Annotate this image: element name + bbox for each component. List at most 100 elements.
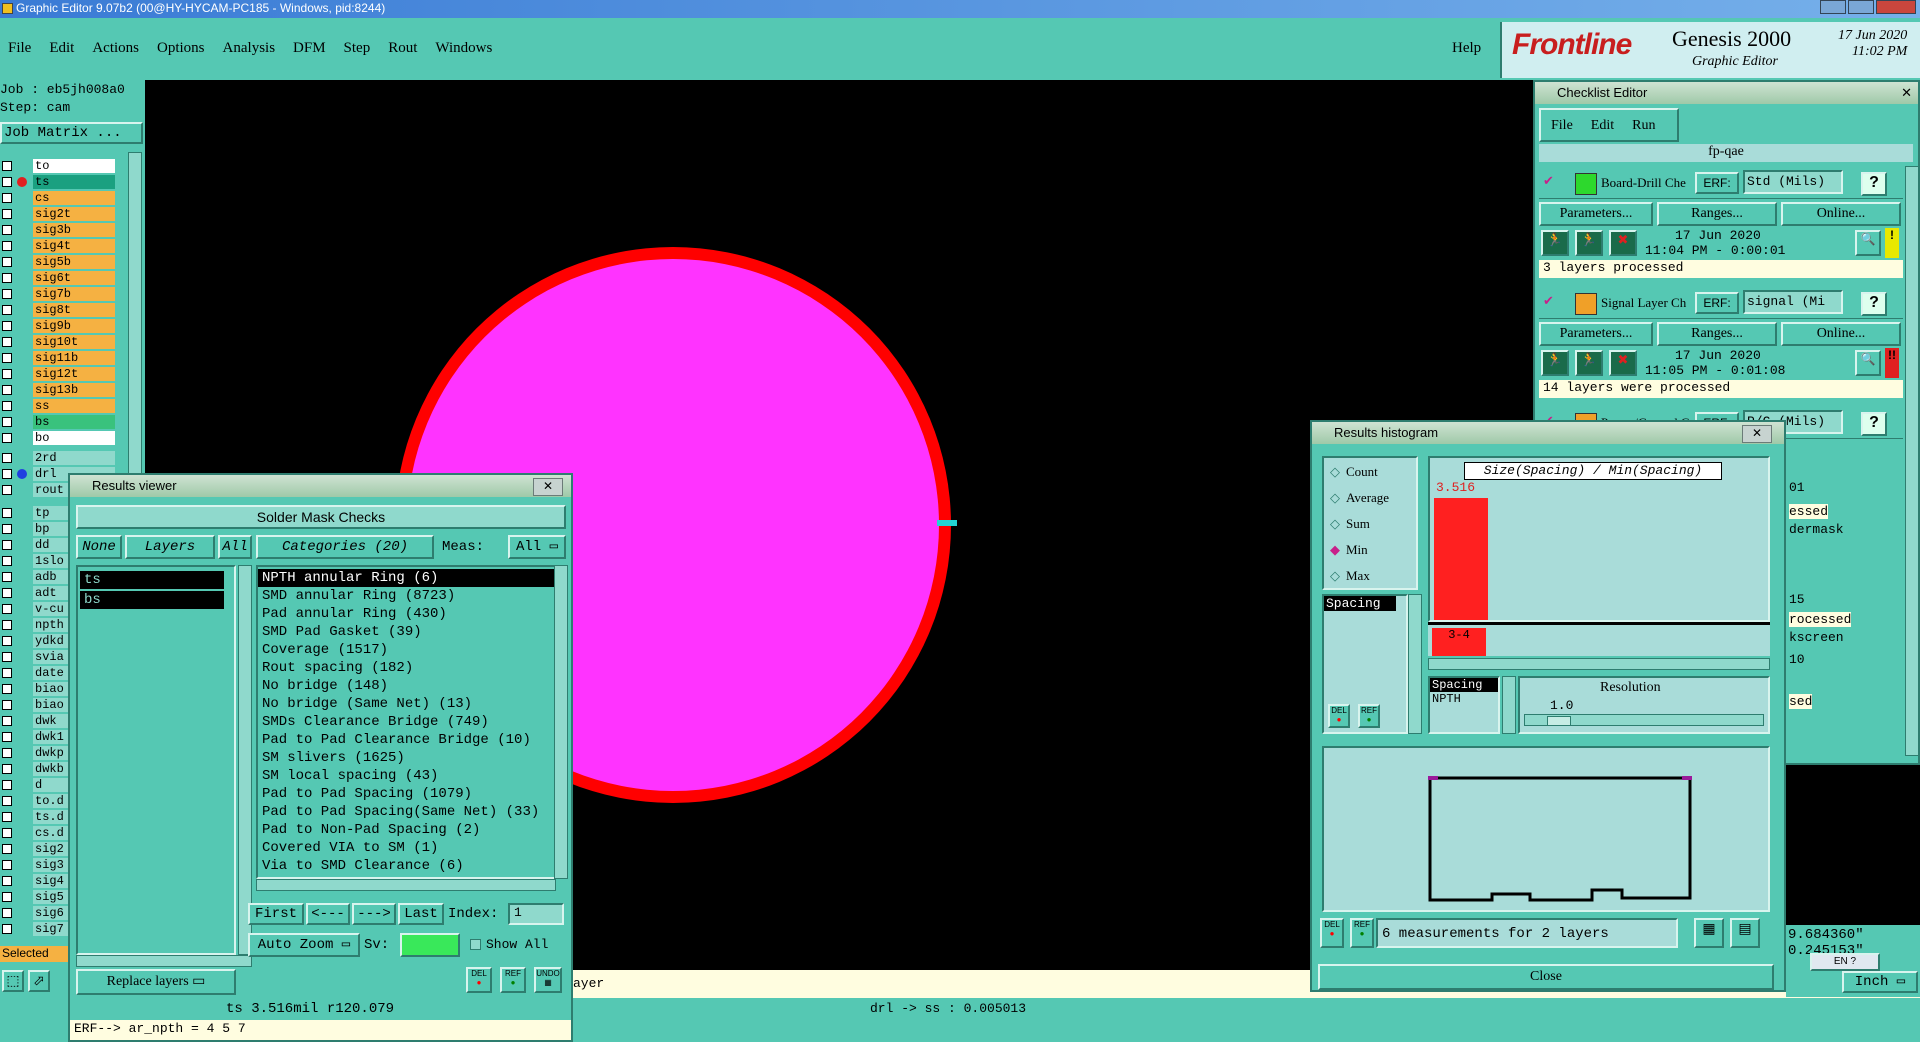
stat-option-max[interactable]: ◇ Max <box>1330 568 1370 584</box>
layer-checkbox[interactable] <box>2 508 12 518</box>
layer-name[interactable]: sig7b <box>33 287 115 301</box>
radio-diamond-icon[interactable]: ◇ <box>1330 516 1340 531</box>
minimize-button[interactable] <box>1820 0 1846 14</box>
run-icon[interactable]: 🏃 <box>1541 350 1569 376</box>
histogram-hscroll[interactable] <box>1428 658 1770 670</box>
parameters-button[interactable]: Parameters... <box>1539 322 1653 346</box>
stat-option-count[interactable]: ◇ Count <box>1330 464 1378 480</box>
language-badge[interactable]: EN ? <box>1810 953 1880 971</box>
auto-zoom-dropdown[interactable]: Auto Zoom ▭ <box>248 933 360 957</box>
layer-checkbox[interactable] <box>2 700 12 710</box>
stat-option-min[interactable]: ◆ Min <box>1330 542 1368 558</box>
category-item[interactable]: Via to SMD Clearance (6) <box>258 857 558 875</box>
category-item[interactable]: SMD Pad Gasket (39) <box>258 623 558 641</box>
layer-checkbox[interactable] <box>2 556 12 566</box>
layer-row[interactable]: sig4t <box>0 238 118 254</box>
layer-name[interactable]: sig11b <box>33 351 115 365</box>
item-checkmark-icon[interactable]: ✔ <box>1543 173 1554 189</box>
layer-name[interactable]: sig5b <box>33 255 115 269</box>
category-item[interactable]: Covered VIA to SM (1) <box>258 839 558 857</box>
layer-row[interactable]: sig12t <box>0 366 118 382</box>
layer-checkbox[interactable] <box>2 353 12 363</box>
stat-option-sum[interactable]: ◇ Sum <box>1330 516 1370 532</box>
close-icon[interactable]: ✕ <box>533 478 563 496</box>
layer-checkbox[interactable] <box>2 524 12 534</box>
category-item[interactable]: Pad to Pad Spacing (1079) <box>258 785 558 803</box>
layer-name[interactable]: sig4t <box>33 239 115 253</box>
next-button[interactable]: ---> <box>352 903 396 925</box>
layer-name[interactable]: sig8t <box>33 303 115 317</box>
layer-checkbox[interactable] <box>2 369 12 379</box>
layer-checkbox[interactable] <box>2 684 12 694</box>
preview-del-button[interactable]: DEL ● <box>1320 918 1344 948</box>
hist-del-button[interactable]: DEL ● <box>1328 704 1350 728</box>
layer-name[interactable]: bo <box>33 431 115 445</box>
category-item[interactable]: SMDs Clearance Bridge (749) <box>258 713 558 731</box>
layer-checkbox[interactable] <box>2 716 12 726</box>
zoom-results-icon[interactable]: 🔍 <box>1855 350 1881 376</box>
layer-checkbox[interactable] <box>2 209 12 219</box>
all-button[interactable]: All <box>218 535 252 559</box>
layer-checkbox[interactable] <box>2 652 12 662</box>
meas-dropdown[interactable]: All ▭ <box>508 535 566 559</box>
layer-row[interactable]: sig6t <box>0 270 118 286</box>
layer-checkbox[interactable] <box>2 257 12 267</box>
item-erf-button[interactable]: ERF: <box>1695 292 1739 314</box>
radio-diamond-icon[interactable]: ◇ <box>1330 490 1340 505</box>
layer-name[interactable]: bs <box>33 415 115 429</box>
layer-name[interactable]: sig13b <box>33 383 115 397</box>
rv-layer-item[interactable]: bs <box>80 591 224 609</box>
item-erf-field[interactable]: signal (Mi <box>1743 290 1843 314</box>
type-item[interactable]: Spacing <box>1430 678 1498 692</box>
layer-row[interactable]: sig2t <box>0 206 118 222</box>
ref-button[interactable]: REF ● <box>500 967 526 993</box>
layer-checkbox[interactable] <box>2 812 12 822</box>
layer-checkbox[interactable] <box>2 289 12 299</box>
layer-row[interactable]: sig7b <box>0 286 118 302</box>
run-icon[interactable]: 🏃 <box>1541 230 1569 256</box>
item-erf-button[interactable]: ERF: <box>1695 172 1739 194</box>
layer-checkbox[interactable] <box>2 321 12 331</box>
close-window-button[interactable] <box>1876 0 1916 14</box>
zoom-results-icon[interactable]: 🔍 <box>1855 230 1881 256</box>
online-button[interactable]: Online... <box>1781 202 1901 226</box>
category-scrollbar[interactable] <box>554 565 568 879</box>
undo-button[interactable]: UNDO ▦ <box>534 967 562 993</box>
rv-layer-item[interactable]: ts <box>80 571 224 589</box>
layer-checkbox[interactable] <box>2 764 12 774</box>
menu-step[interactable]: Step <box>344 40 371 57</box>
layer-checkbox[interactable] <box>2 620 12 630</box>
layer-name[interactable]: sig12t <box>33 367 115 381</box>
resolution-slider-thumb[interactable] <box>1547 716 1571 726</box>
layer-row[interactable]: sig8t <box>0 302 118 318</box>
item-erf-field[interactable]: Std (Mils) <box>1743 170 1843 194</box>
stop-icon[interactable]: ✖ <box>1609 230 1637 256</box>
layer-name[interactable]: sig6t <box>33 271 115 285</box>
category-item[interactable]: Pad annular Ring (430) <box>258 605 558 623</box>
ranges-button[interactable]: Ranges... <box>1657 322 1777 346</box>
layer-row[interactable]: sig11b <box>0 350 118 366</box>
run-all-icon[interactable]: 🏃 <box>1575 350 1603 376</box>
first-button[interactable]: First <box>248 903 304 925</box>
last-button[interactable]: Last <box>398 903 444 925</box>
layer-row[interactable]: sig5b <box>0 254 118 270</box>
online-button[interactable]: Online... <box>1781 322 1901 346</box>
layer-checkbox[interactable] <box>2 337 12 347</box>
sv-color-swatch[interactable] <box>400 933 460 957</box>
run-all-icon[interactable]: 🏃 <box>1575 230 1603 256</box>
stop-icon[interactable]: ✖ <box>1609 350 1637 376</box>
spacing-list-item[interactable]: Spacing <box>1324 596 1396 611</box>
layer-checkbox[interactable] <box>2 193 12 203</box>
layer-checkbox[interactable] <box>2 828 12 838</box>
layer-row[interactable]: cs <box>0 190 118 206</box>
layer-name[interactable]: ss <box>33 399 115 413</box>
layer-checkbox[interactable] <box>2 417 12 427</box>
layer-checkbox[interactable] <box>2 668 12 678</box>
export-icon[interactable]: ▦ <box>1694 918 1724 948</box>
layer-checkbox[interactable] <box>2 636 12 646</box>
type-list-scrollbar[interactable] <box>1502 676 1516 734</box>
none-button[interactable]: None <box>76 535 122 559</box>
layer-checkbox[interactable] <box>2 161 12 171</box>
layer-checkbox[interactable] <box>2 924 12 934</box>
menu-rout[interactable]: Rout <box>388 40 417 57</box>
